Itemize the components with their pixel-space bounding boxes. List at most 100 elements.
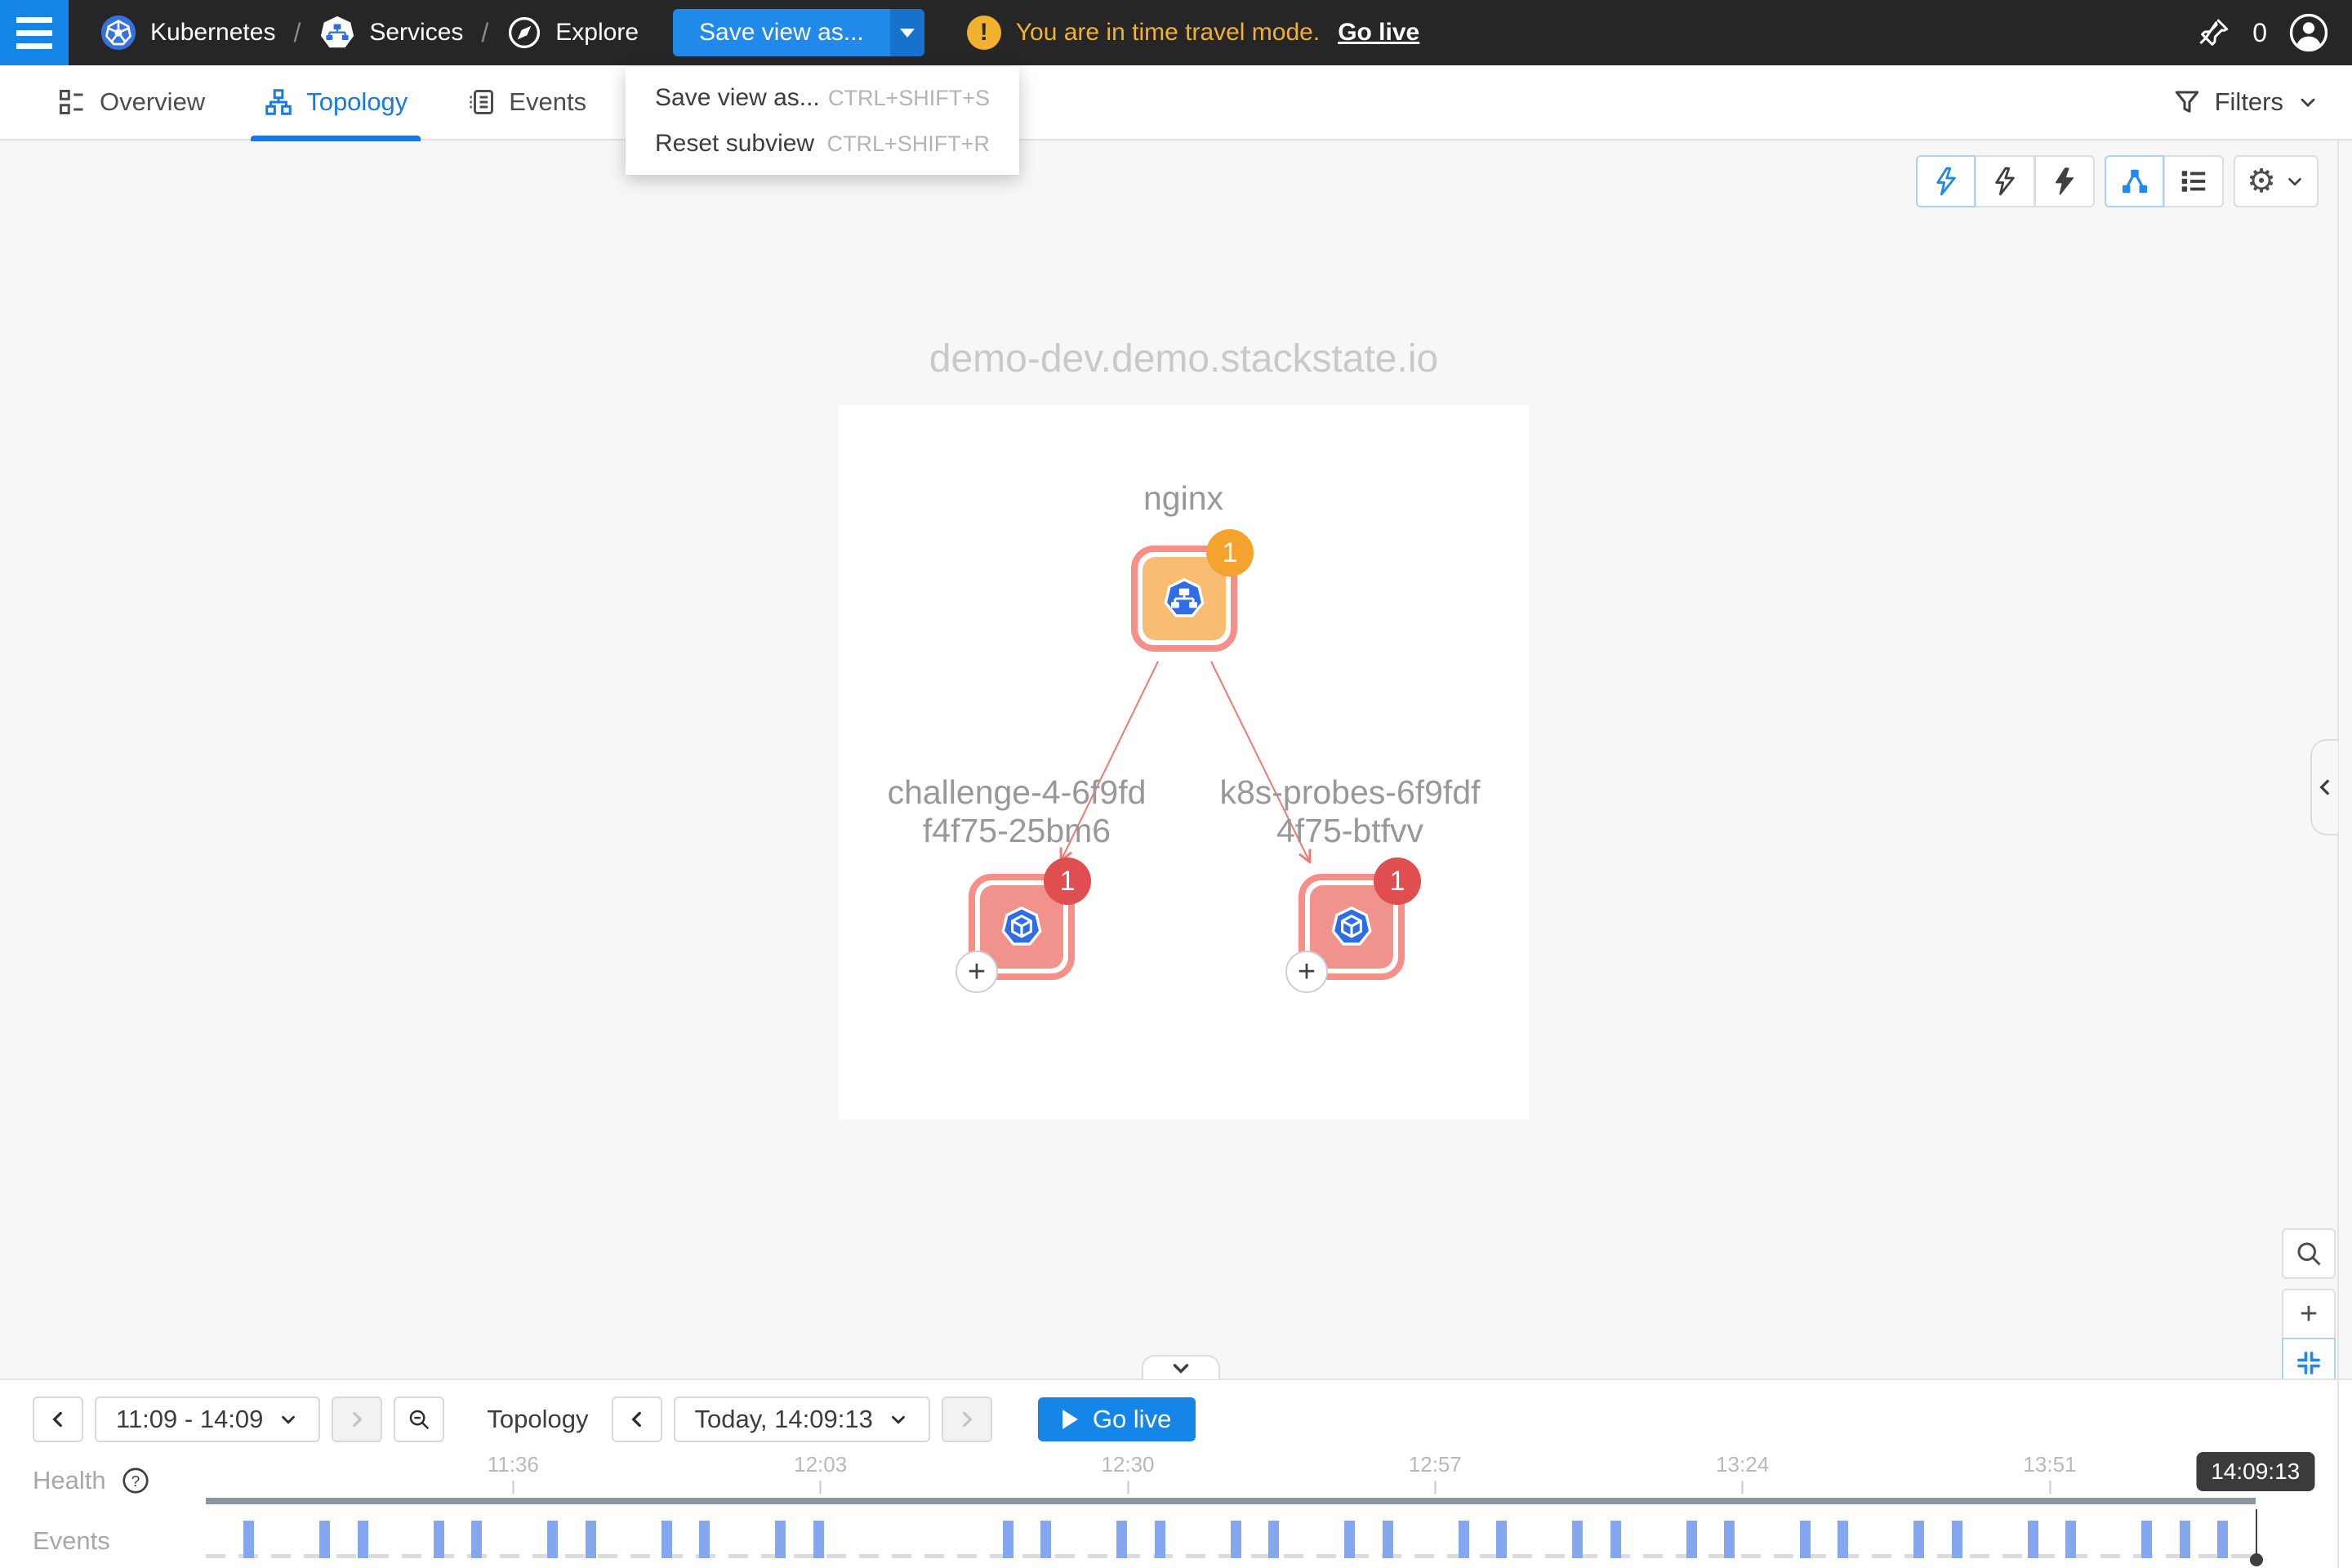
menu-item-save-view-as[interactable]: Save view as... CTRL+SHIFT+S <box>626 75 1019 121</box>
event-bar[interactable] <box>1268 1521 1279 1558</box>
breadcrumb-services[interactable]: Services <box>318 14 463 51</box>
health-bar[interactable] <box>206 1498 2256 1504</box>
breadcrumb-kubernetes[interactable]: Kubernetes <box>100 14 275 51</box>
time-selector[interactable]: Today, 14:09:13 <box>674 1396 930 1442</box>
menu-item-label: Save view as... <box>655 84 820 112</box>
event-bar[interactable] <box>2141 1521 2152 1558</box>
timeline-zoom-out-button[interactable] <box>394 1396 444 1442</box>
node-badge-count[interactable]: 1 <box>1206 529 1254 577</box>
fit-to-screen-button[interactable] <box>2282 1338 2336 1379</box>
event-filter-none-button[interactable] <box>2035 155 2095 207</box>
event-bar[interactable] <box>1116 1521 1127 1558</box>
collapse-timeline-handle[interactable] <box>1142 1355 1220 1379</box>
event-bar[interactable] <box>1800 1521 1811 1558</box>
pod-hexagon-icon <box>996 902 1047 952</box>
event-bar[interactable] <box>2028 1521 2038 1558</box>
event-bar[interactable] <box>1383 1521 1393 1558</box>
event-bar[interactable] <box>243 1521 254 1558</box>
event-bar[interactable] <box>434 1521 444 1558</box>
event-bar[interactable] <box>1231 1521 1241 1558</box>
event-bar[interactable] <box>775 1521 786 1558</box>
menu-item-shortcut: CTRL+SHIFT+R <box>826 131 990 157</box>
save-view-as-split-button[interactable]: Save view as... <box>673 9 924 56</box>
event-bar[interactable] <box>586 1521 596 1558</box>
event-bar[interactable] <box>1838 1521 1848 1558</box>
event-bar[interactable] <box>699 1521 710 1558</box>
tab-overview[interactable]: Overview <box>49 65 213 140</box>
go-live-link[interactable]: Go live <box>1338 19 1419 47</box>
chevron-down-icon <box>1169 1356 1193 1380</box>
filters-button[interactable]: Filters <box>2172 87 2319 117</box>
event-filter-all-button[interactable] <box>1916 155 1976 207</box>
event-bar[interactable] <box>358 1521 368 1558</box>
menu-item-reset-subview[interactable]: Reset subview CTRL+SHIFT+R <box>626 121 1019 167</box>
save-view-as-button[interactable]: Save view as... <box>673 9 890 56</box>
event-bar[interactable] <box>2217 1521 2228 1558</box>
hamburger-menu-button[interactable] <box>0 0 69 65</box>
pane-label: Topology <box>487 1405 588 1434</box>
gear-icon: ⚙ <box>2247 165 2276 198</box>
save-view-as-dropdown-toggle[interactable] <box>890 9 924 56</box>
zoom-in-icon: + <box>2300 1297 2318 1332</box>
event-bar[interactable] <box>1496 1521 1507 1558</box>
node-badge-count[interactable]: 1 <box>1374 858 1421 905</box>
event-bar[interactable] <box>1610 1521 1621 1558</box>
health-help-icon[interactable]: ? <box>121 1466 150 1495</box>
chevron-left-icon <box>626 1409 648 1430</box>
node-k8s-probes-pod[interactable]: 1 + <box>1298 874 1405 980</box>
topology-canvas[interactable]: ⚙ demo-dev.demo.stackstate.io nginx 1 ch… <box>0 140 2352 1379</box>
event-bar[interactable] <box>1913 1521 1924 1558</box>
expand-node-button[interactable]: + <box>1285 951 1328 993</box>
breadcrumb: Kubernetes / Services / Explore <box>100 14 639 51</box>
tab-events[interactable]: Events <box>458 65 595 140</box>
current-time-marker[interactable] <box>2256 1509 2257 1560</box>
pin-icon[interactable] <box>2197 16 2231 50</box>
event-bar[interactable] <box>547 1521 558 1558</box>
time-step-forward-button[interactable] <box>942 1396 992 1442</box>
node-nginx[interactable]: 1 <box>1131 546 1237 652</box>
time-step-back-button[interactable] <box>612 1396 662 1442</box>
event-bar[interactable] <box>1724 1521 1735 1558</box>
breadcrumb-explore[interactable]: Explore <box>506 15 639 51</box>
event-bar[interactable] <box>1040 1521 1051 1558</box>
event-bar[interactable] <box>471 1521 482 1558</box>
lightning-outline-blue-icon <box>1931 166 1962 197</box>
tab-label: Topology <box>306 87 408 117</box>
event-bar[interactable] <box>813 1521 824 1558</box>
event-bar[interactable] <box>2180 1521 2190 1558</box>
settings-button[interactable]: ⚙ <box>2234 155 2319 207</box>
event-bar[interactable] <box>662 1521 672 1558</box>
events-icon <box>466 87 496 117</box>
time-range-selector[interactable]: 11:09 - 14:09 <box>95 1396 320 1442</box>
node-challenge-pod[interactable]: 1 + <box>969 874 1075 980</box>
node-badge-count[interactable]: 1 <box>1044 858 1091 905</box>
event-bar[interactable] <box>1686 1521 1697 1558</box>
timeline-track[interactable]: 11:3612:0312:3012:5713:2413:51 14:09:13 <box>206 1452 2352 1566</box>
user-avatar-icon[interactable] <box>2288 12 2329 53</box>
event-bar[interactable] <box>1572 1521 1583 1558</box>
go-live-button[interactable]: Go live <box>1038 1397 1196 1441</box>
tab-topology[interactable]: Topology <box>256 65 416 140</box>
list-view-button[interactable] <box>2164 155 2224 207</box>
canvas-zoom-toolbar: + − ? <box>2282 1228 2336 1379</box>
event-bar[interactable] <box>1155 1521 1165 1558</box>
event-filter-some-button[interactable] <box>1976 155 2035 207</box>
expand-node-button[interactable]: + <box>956 951 998 993</box>
canvas-search-button[interactable] <box>2282 1228 2336 1279</box>
range-next-button[interactable] <box>332 1396 382 1442</box>
event-bar[interactable] <box>1003 1521 1013 1558</box>
event-bar[interactable] <box>2065 1521 2076 1558</box>
event-bar[interactable] <box>1459 1521 1469 1558</box>
current-time-dot <box>2250 1553 2263 1566</box>
events-area[interactable] <box>206 1509 2256 1558</box>
expand-right-panel-handle[interactable] <box>2310 739 2338 835</box>
event-bar[interactable] <box>1344 1521 1355 1558</box>
event-bar[interactable] <box>1952 1521 1962 1558</box>
event-bar[interactable] <box>319 1521 330 1558</box>
save-view-dropdown-menu: Save view as... CTRL+SHIFT+S Reset subvi… <box>626 67 1019 175</box>
chevron-left-icon <box>2314 777 2336 798</box>
range-previous-button[interactable] <box>33 1396 83 1442</box>
chevron-right-icon <box>956 1409 978 1430</box>
zoom-in-button[interactable]: + <box>2282 1289 2336 1339</box>
graph-view-button[interactable] <box>2105 155 2164 207</box>
